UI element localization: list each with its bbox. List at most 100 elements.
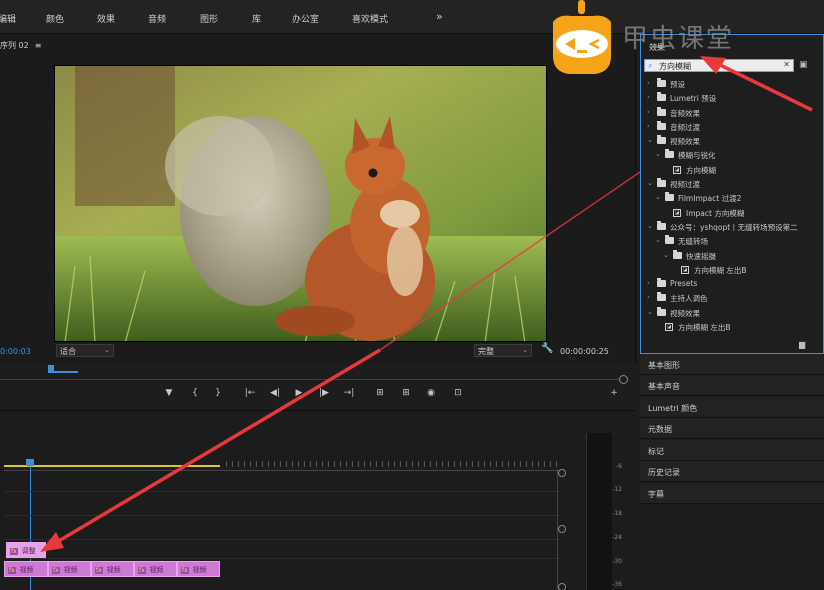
effects-tree-item[interactable]: ⌄ 视频过渡 — [641, 177, 824, 191]
effects-tree-label: 音频效果 — [670, 108, 700, 118]
chevron-down-icon[interactable]: ⌄ — [655, 193, 661, 201]
workspace-tab-office[interactable]: 办公室 — [292, 12, 319, 25]
effects-tree-item[interactable]: ⌄ 快速摇摄 — [641, 249, 824, 263]
button-editor-button[interactable]: + — [607, 388, 621, 398]
chevron-right-icon[interactable]: › — [647, 108, 650, 116]
timeline-panel: fx 调整 fx 视频 fx 视频 fx 视频 fx 视频 fx 视频 -6 -12 -18… — [0, 410, 636, 590]
workspace-tab-graphics[interactable]: 图形 — [200, 12, 218, 25]
chevron-down-icon[interactable]: ⌄ — [647, 179, 653, 187]
video-clip[interactable]: fx 视频 — [4, 561, 48, 577]
effects-tree-item[interactable]: › 预设 — [641, 77, 824, 91]
scroll-handle-bottom[interactable] — [558, 583, 566, 590]
effects-tree-item[interactable]: ◪ 方向模糊 — [641, 163, 824, 177]
workspace-tab-audio[interactable]: 音频 — [148, 12, 166, 25]
export-frame-button[interactable]: ◉ — [424, 388, 438, 398]
effects-tree-item[interactable]: › Lumetri 预设 — [641, 91, 824, 105]
play-button[interactable]: ▶ — [292, 388, 306, 398]
timeline-playhead[interactable] — [26, 459, 34, 466]
chevron-down-icon[interactable]: ⌄ — [655, 236, 661, 244]
track-divider — [4, 491, 560, 492]
new-folder-icon[interactable]: ▆ — [799, 340, 805, 349]
adjustment-layer-clip[interactable]: fx 调整 — [6, 542, 46, 558]
lift-button[interactable]: ⊞ — [373, 388, 387, 398]
mark-in-button[interactable]: { — [188, 388, 202, 398]
effects-tree-item[interactable]: ◪ 方向模糊 左出B — [641, 320, 824, 334]
panel-lumetri-color[interactable]: Lumetri 颜色 — [640, 397, 824, 418]
playback-resolution-dropdown[interactable]: 完整 ⌄ — [474, 344, 532, 357]
effects-search-input[interactable] — [659, 61, 777, 71]
workspace-tab-effects[interactable]: 效果 — [97, 12, 115, 25]
folder-icon — [673, 249, 682, 259]
chevron-down-icon[interactable]: ⌄ — [655, 150, 661, 158]
go-to-in-button[interactable]: |← — [243, 388, 257, 398]
effects-tree-item[interactable]: ◪ 方向模糊 左出B — [641, 263, 824, 277]
monitor-playhead[interactable] — [48, 365, 78, 373]
timeline-vertical-scrollbar[interactable] — [557, 469, 566, 590]
panel-captions[interactable]: 字幕 — [640, 483, 824, 504]
effects-tree-item[interactable]: › 音频过渡 — [641, 120, 824, 134]
step-forward-button[interactable]: |▶ — [317, 388, 331, 398]
effects-tree-item[interactable]: › 主持人调色 — [641, 291, 824, 305]
workspace-tab-edit[interactable]: 编辑 — [0, 12, 16, 25]
effects-tree-item[interactable]: ⌄ 模糊与锐化 — [641, 148, 824, 162]
clear-search-icon[interactable]: ✕ — [783, 60, 790, 69]
more-workspaces-icon[interactable]: » — [436, 10, 443, 23]
new-bin-icon[interactable]: ▣ — [799, 60, 808, 70]
go-to-out-button[interactable]: →| — [342, 388, 356, 398]
scroll-handle-mid[interactable] — [558, 525, 566, 533]
chevron-down-icon[interactable]: ⌄ — [647, 308, 653, 316]
chevron-down-icon[interactable]: ⌄ — [663, 251, 669, 259]
work-area-bar[interactable] — [4, 465, 220, 467]
effects-tree-item[interactable]: ⌄ 公众号：yshqopt丨无缝转场预设第二 — [641, 220, 824, 234]
monitor-time-ruler[interactable] — [0, 370, 624, 380]
video-clip[interactable]: fx 视频 — [91, 561, 134, 577]
scroll-handle-top[interactable] — [558, 469, 566, 477]
effects-tree-item[interactable]: ⌄ 视频效果 — [641, 306, 824, 320]
panel-menu-icon[interactable]: ≡ — [35, 41, 42, 50]
effects-tree-item[interactable]: ◪ Impact 方向模糊 — [641, 206, 824, 220]
chevron-right-icon[interactable]: › — [647, 79, 650, 87]
effects-tree: › 预设 › Lumetri 预设 › 音频效果 › 音频过渡 ⌄ 视频效果 ⌄ 模糊与锐化 ◪ 方向模糊… — [641, 77, 824, 334]
fx-badge: fx — [181, 567, 189, 574]
effects-tree-label: FilmImpact 过渡2 — [678, 194, 742, 204]
settings-wrench-icon[interactable]: 🔧 — [541, 343, 553, 354]
chevron-right-icon[interactable]: › — [647, 93, 650, 101]
add-marker-button[interactable]: ▼ — [162, 388, 176, 398]
clip-label: 调整 — [21, 547, 36, 555]
effects-tree-item[interactable]: ⌄ 视频效果 — [641, 134, 824, 148]
panel-history[interactable]: 历史记录 — [640, 461, 824, 482]
panel-markers[interactable]: 标记 — [640, 440, 824, 461]
workspace-tab-library[interactable]: 库 — [252, 12, 261, 25]
workspace-tab-favorite[interactable]: 喜欢模式 — [352, 12, 388, 25]
step-back-button[interactable]: ◀| — [268, 388, 282, 398]
chevron-down-icon[interactable]: ⌄ — [647, 136, 653, 144]
chevron-down-icon[interactable]: ⌄ — [647, 222, 653, 230]
video-clip[interactable]: fx 视频 — [134, 561, 177, 577]
chevron-right-icon[interactable]: › — [647, 122, 650, 130]
effects-tree-item[interactable]: › 音频效果 — [641, 106, 824, 120]
effects-tree-label: 方向模糊 左出B — [694, 265, 747, 275]
comparison-view-button[interactable]: ⊡ — [451, 388, 465, 398]
effects-tree-item[interactable]: ⌄ FilmImpact 过渡2 — [641, 191, 824, 205]
squirrel-image — [55, 66, 546, 341]
workspace-tab-color[interactable]: 颜色 — [46, 12, 64, 25]
zoom-handle[interactable] — [619, 375, 628, 384]
folder-icon — [665, 192, 674, 202]
sequence-name[interactable]: 序列 02 — [0, 41, 29, 50]
current-timecode[interactable]: 0:00:03 — [0, 347, 31, 356]
effects-tree-item[interactable]: ⌄ 无缝转场 — [641, 234, 824, 248]
panel-essential-graphics[interactable]: 基本图形 — [640, 354, 824, 375]
fit-dropdown[interactable]: 适合 ⌄ — [56, 344, 114, 357]
panel-essential-sound[interactable]: 基本声音 — [640, 375, 824, 396]
effects-search[interactable]: ⌕ ✕ — [644, 59, 794, 72]
panel-metadata[interactable]: 元数据 — [640, 418, 824, 439]
resolution-value: 完整 — [478, 347, 494, 356]
extract-button[interactable]: ⊞ — [399, 388, 413, 398]
video-clip[interactable]: fx 视频 — [48, 561, 91, 577]
meter-label: -24 — [612, 534, 622, 541]
chevron-right-icon[interactable]: › — [647, 279, 650, 287]
video-clip[interactable]: fx 视频 — [177, 561, 220, 577]
mark-out-button[interactable]: } — [211, 388, 225, 398]
chevron-right-icon[interactable]: › — [647, 293, 650, 301]
effects-tree-item[interactable]: › Presets — [641, 277, 824, 291]
